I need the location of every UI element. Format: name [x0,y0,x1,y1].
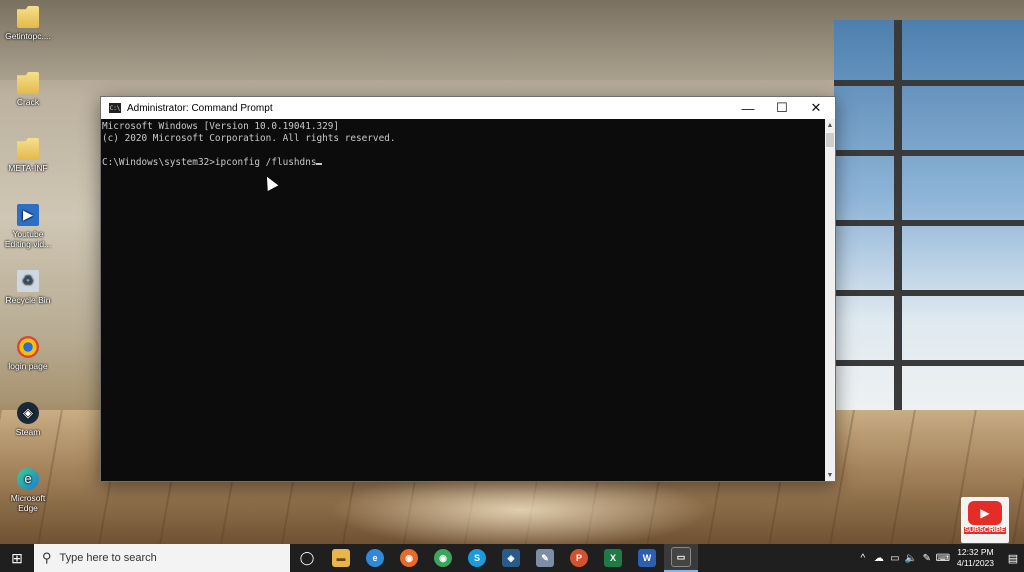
desktop-icon-label: META-INF [8,163,48,173]
desktop-icon-label: Microsoft Edge [10,493,46,513]
subscribe-label: SUBSCRIBE [964,527,1006,534]
window-title: Administrator: Command Prompt [127,102,273,114]
taskbar-excel[interactable]: X [596,544,630,572]
taskbar-edge[interactable]: e [358,544,392,572]
taskbar-command-prompt[interactable]: ▭ [664,544,698,572]
taskbar-search-box[interactable]: ⚲ Type here to search [34,544,290,572]
excel-icon: X [604,549,622,567]
taskbar-chrome[interactable]: ◉ [426,544,460,572]
folder-icon [17,72,39,94]
windows-logo-icon: ⊞ [11,549,23,566]
chrome-icon: ◉ [434,549,452,567]
console-line: Microsoft Windows [Version 10.0.19041.32… [102,121,340,132]
folder-icon [17,138,39,160]
powerpoint-icon: P [570,549,588,567]
desktop-icon-label: Recycle Bin [5,295,51,305]
onedrive-icon[interactable]: ☁ [871,553,887,564]
folder-icon [17,6,39,28]
task-view-button[interactable]: ◯ [290,544,324,572]
taskbar-clock[interactable]: 12:32 PM 4/11/2023 [957,547,994,569]
desktop-icon-meta-inf[interactable]: META-INF [0,138,56,173]
desktop: Getintopc.... Crack META-INF ▶ Youtube E… [0,0,1024,544]
edge-icon: e [366,549,384,567]
search-placeholder: Type here to search [59,552,157,564]
edge-icon: e [17,468,39,490]
steam-icon: ◈ [502,549,520,567]
clock-time: 12:32 PM [957,547,994,557]
console-line: (c) 2020 Microsoft Corporation. All righ… [102,133,396,144]
search-icon: ⚲ [42,550,52,565]
steam-icon: ◈ [17,402,39,424]
taskbar-powerpoint[interactable]: P [562,544,596,572]
console-output[interactable]: Microsoft Windows [Version 10.0.19041.32… [101,119,825,481]
recycle-bin-icon: ♻ [17,270,39,292]
taskbar-skype[interactable]: S [460,544,494,572]
taskbar-steam[interactable]: ◈ [494,544,528,572]
desktop-icon-crack[interactable]: Crack [0,72,56,107]
firefox-icon: ◉ [400,549,418,567]
video-file-icon: ▶ [17,204,39,226]
skype-icon: S [468,549,486,567]
desktop-icon-login-page[interactable]: login page [0,336,56,371]
keyboard-icon[interactable]: ⌨ [935,553,951,564]
cmd-icon: C:\ [109,103,121,113]
desktop-icon-label: Crack [16,97,40,107]
desktop-icon-label: Youtube Editing vid... [4,229,52,249]
scrollbar-thumb[interactable] [826,133,834,147]
command-prompt-window[interactable]: C:\ Administrator: Command Prompt — ☐ ✕ … [100,96,836,482]
taskbar-notes[interactable]: ✎ [528,544,562,572]
console-line: ​ [102,145,824,157]
minimize-button[interactable]: — [731,97,765,119]
desktop-icon-steam[interactable]: ◈ Steam [0,402,56,437]
taskbar-firefox[interactable]: ◉ [392,544,426,572]
desktop-icon-youtube-editing[interactable]: ▶ Youtube Editing vid... [0,204,56,249]
console-prompt-line: C:\Windows\system32>ipconfig /flushdns [102,157,824,169]
vertical-scrollbar[interactable]: ▲ ▼ [825,119,835,481]
command-prompt-icon: ▭ [671,547,691,567]
notes-icon: ✎ [536,549,554,567]
scroll-up-icon[interactable]: ▲ [825,119,835,131]
subscribe-badge[interactable]: ▶ SUBSCRIBE [961,497,1009,543]
desktop-icon-label: Steam [15,427,41,437]
file-explorer-icon: ▬ [332,549,350,567]
close-button[interactable]: ✕ [799,97,833,119]
pen-icon[interactable]: ✎ [919,553,935,564]
taskbar: ⊞ ⚲ Type here to search ◯ ▬ e ◉ ◉ S ◈ ✎ … [0,544,1024,572]
desktop-icon-label: Getintopc.... [5,31,51,41]
console-command: C:\Windows\system32>ipconfig /flushdns [102,157,317,168]
desktop-icon-getintopc[interactable]: Getintopc.... [0,6,56,41]
desktop-icon-label: login page [8,361,48,371]
taskbar-file-explorer[interactable]: ▬ [324,544,358,572]
desktop-icon-microsoft-edge[interactable]: e Microsoft Edge [0,468,56,513]
scroll-down-icon[interactable]: ▼ [825,469,835,481]
word-icon: W [638,549,656,567]
wallpaper-window [834,20,1024,420]
system-tray: ^ ☁ ▭ 🔈 ✎ ⌨ 12:32 PM 4/11/2023 ▤ [855,544,1024,572]
chrome-icon [17,336,39,358]
start-button[interactable]: ⊞ [0,544,34,572]
clock-date: 4/11/2023 [956,558,994,568]
maximize-button[interactable]: ☐ [765,97,799,119]
network-icon[interactable]: ▭ [887,553,903,564]
text-cursor [316,163,323,165]
notification-center-icon[interactable]: ▤ [1002,552,1024,565]
volume-icon[interactable]: 🔈 [903,553,919,564]
youtube-play-icon: ▶ [968,501,1002,525]
chevron-up-icon[interactable]: ^ [855,553,871,564]
desktop-icon-recycle-bin[interactable]: ♻ Recycle Bin [0,270,56,305]
task-view-icon: ◯ [299,550,315,565]
taskbar-word[interactable]: W [630,544,664,572]
window-title-bar[interactable]: C:\ Administrator: Command Prompt — ☐ ✕ [101,97,835,119]
